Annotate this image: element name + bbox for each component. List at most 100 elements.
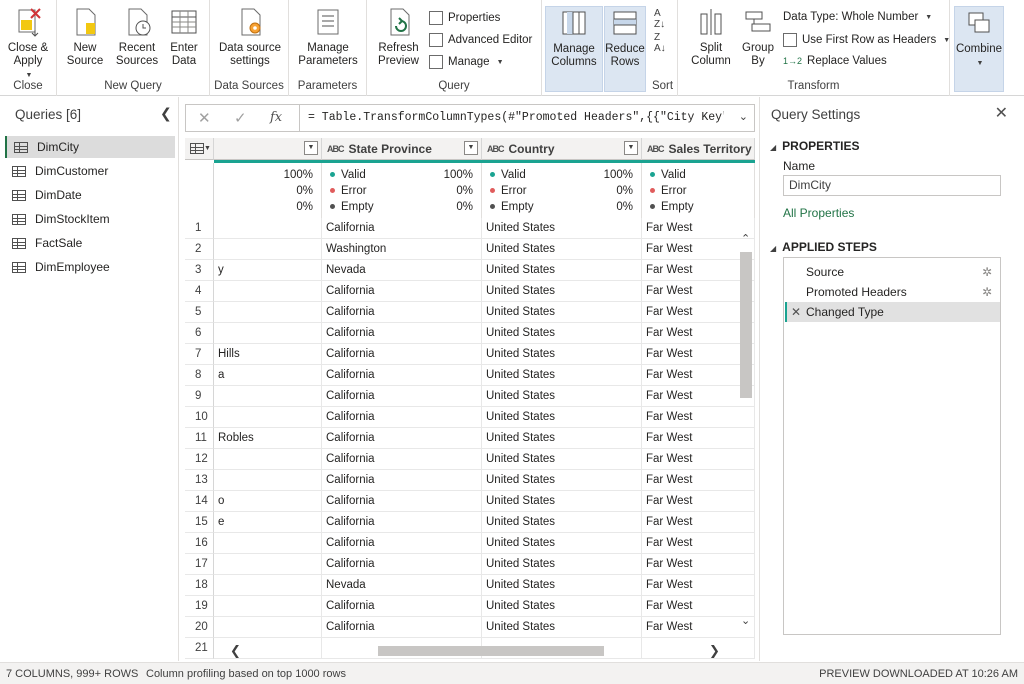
chevron-down-icon[interactable]: ▼ <box>624 141 638 155</box>
table-cell[interactable]: United States <box>482 302 642 323</box>
enter-data-button[interactable]: Enter Data <box>163 6 205 68</box>
table-cell[interactable]: United States <box>482 239 642 260</box>
row-number[interactable]: 11 <box>185 428 214 449</box>
advanced-editor-button[interactable]: Advanced Editor <box>429 33 532 47</box>
table-cell[interactable]: California <box>322 407 482 428</box>
table-cell[interactable]: California <box>322 617 482 638</box>
table-cell[interactable] <box>214 323 322 344</box>
table-cell[interactable]: United States <box>482 554 642 575</box>
table-cell[interactable] <box>214 470 322 491</box>
table-cell[interactable]: Nevada <box>322 260 482 281</box>
data-type-dropdown[interactable]: Data Type: Whole Number ▼ <box>783 11 932 23</box>
row-number[interactable]: 5 <box>185 302 214 323</box>
manage-button[interactable]: Manage ▼ <box>429 55 504 69</box>
scroll-up-icon[interactable]: ⌃ <box>741 232 750 245</box>
text-type-icon[interactable]: ABC <box>487 144 504 154</box>
table-cell[interactable]: United States <box>482 533 642 554</box>
row-number[interactable]: 3 <box>185 260 214 281</box>
table-cell[interactable]: United States <box>482 512 642 533</box>
table-cell[interactable]: California <box>322 323 482 344</box>
table-cell[interactable] <box>214 386 322 407</box>
table-cell[interactable]: a <box>214 365 322 386</box>
row-number[interactable]: 8 <box>185 365 214 386</box>
table-cell[interactable] <box>214 596 322 617</box>
column-header-sales-territory[interactable]: ABC Sales Territory <box>642 138 755 160</box>
applied-steps-section[interactable]: ◢ APPLIED STEPS <box>770 240 877 254</box>
query-item-dimcity[interactable]: DimCity <box>5 136 175 158</box>
table-cell[interactable]: United States <box>482 575 642 596</box>
cancel-icon[interactable]: ✕ <box>198 109 211 127</box>
row-number[interactable]: 18 <box>185 575 214 596</box>
table-cell[interactable]: California <box>322 533 482 554</box>
query-item-dimdate[interactable]: DimDate <box>5 184 175 206</box>
table-cell[interactable] <box>214 575 322 596</box>
table-cell[interactable]: California <box>322 449 482 470</box>
row-number[interactable]: 19 <box>185 596 214 617</box>
properties-button[interactable]: Properties <box>429 11 500 25</box>
gear-icon[interactable]: ✲ <box>982 262 992 282</box>
table-cell[interactable]: United States <box>482 449 642 470</box>
formula-input[interactable]: = Table.TransformColumnTypes(#"Promoted … <box>299 105 724 131</box>
table-cell[interactable] <box>214 239 322 260</box>
chevron-left-icon[interactable]: ❮ <box>160 105 172 122</box>
table-cell[interactable]: United States <box>482 386 642 407</box>
table-cell[interactable]: United States <box>482 407 642 428</box>
query-name-input[interactable]: DimCity <box>783 175 1001 196</box>
row-number[interactable]: 9 <box>185 386 214 407</box>
row-number[interactable]: 17 <box>185 554 214 575</box>
table-cell[interactable]: California <box>322 302 482 323</box>
chevron-down-icon[interactable]: ▼ <box>304 141 318 155</box>
row-number[interactable]: 7 <box>185 344 214 365</box>
table-cell[interactable]: California <box>322 491 482 512</box>
table-cell[interactable]: California <box>322 281 482 302</box>
table-cell[interactable]: California <box>322 365 482 386</box>
table-cell[interactable]: California <box>322 386 482 407</box>
column-header-partial[interactable]: ▼ <box>214 138 322 160</box>
table-cell[interactable]: United States <box>482 218 642 239</box>
column-header-state-province[interactable]: ABC State Province ▼ <box>322 138 482 160</box>
chevron-down-icon[interactable]: ▼ <box>26 72 33 79</box>
gear-icon[interactable]: ✲ <box>982 282 992 302</box>
hscroll-thumb[interactable] <box>378 646 604 656</box>
table-cell[interactable]: e <box>214 512 322 533</box>
step-promoted-headers[interactable]: Promoted Headers ✲ <box>785 282 1000 302</box>
table-cell[interactable]: United States <box>482 365 642 386</box>
table-cell[interactable] <box>214 281 322 302</box>
table-cell[interactable]: o <box>214 491 322 512</box>
table-cell[interactable]: United States <box>482 344 642 365</box>
vertical-scrollbar[interactable]: ⌃ ⌄ <box>737 230 755 630</box>
table-cell[interactable]: California <box>322 554 482 575</box>
table-cell[interactable]: California <box>322 218 482 239</box>
manage-parameters-button[interactable]: Manage Parameters <box>293 6 363 68</box>
use-first-row-button[interactable]: Use First Row as Headers ▼ <box>783 33 950 47</box>
split-column-button[interactable]: Split Column <box>682 6 740 68</box>
chevron-down-icon[interactable]: ▼ <box>464 141 478 155</box>
close-icon[interactable]: ✕ <box>995 103 1008 123</box>
row-number[interactable]: 13 <box>185 470 214 491</box>
table-cell[interactable] <box>214 617 322 638</box>
text-type-icon[interactable]: ABC <box>647 144 664 154</box>
table-cell[interactable]: Nevada <box>322 575 482 596</box>
row-number[interactable]: 6 <box>185 323 214 344</box>
row-number[interactable]: 20 <box>185 617 214 638</box>
table-cell[interactable] <box>214 218 322 239</box>
query-item-dimcustomer[interactable]: DimCustomer <box>5 160 175 182</box>
status-profiling[interactable]: Column profiling based on top 1000 rows <box>146 668 346 680</box>
delete-step-icon[interactable]: ✕ <box>791 302 801 322</box>
chevron-down-icon[interactable]: ⌄ <box>739 110 748 123</box>
table-cell[interactable] <box>214 449 322 470</box>
query-item-factsale[interactable]: FactSale <box>5 232 175 254</box>
table-cell[interactable]: California <box>322 428 482 449</box>
row-number[interactable]: 2 <box>185 239 214 260</box>
table-cell[interactable]: United States <box>482 281 642 302</box>
manage-columns-button[interactable]: Manage Columns <box>545 6 603 92</box>
table-cell[interactable]: United States <box>482 323 642 344</box>
table-cell[interactable]: California <box>322 344 482 365</box>
table-cell[interactable] <box>214 533 322 554</box>
row-number[interactable]: 14 <box>185 491 214 512</box>
data-source-settings-button[interactable]: Data source settings <box>214 6 286 68</box>
text-type-icon[interactable]: ABC <box>327 144 344 154</box>
all-properties-link[interactable]: All Properties <box>783 206 854 220</box>
table-cell[interactable]: California <box>322 512 482 533</box>
combine-button[interactable]: Combine ▼ <box>954 6 1004 92</box>
